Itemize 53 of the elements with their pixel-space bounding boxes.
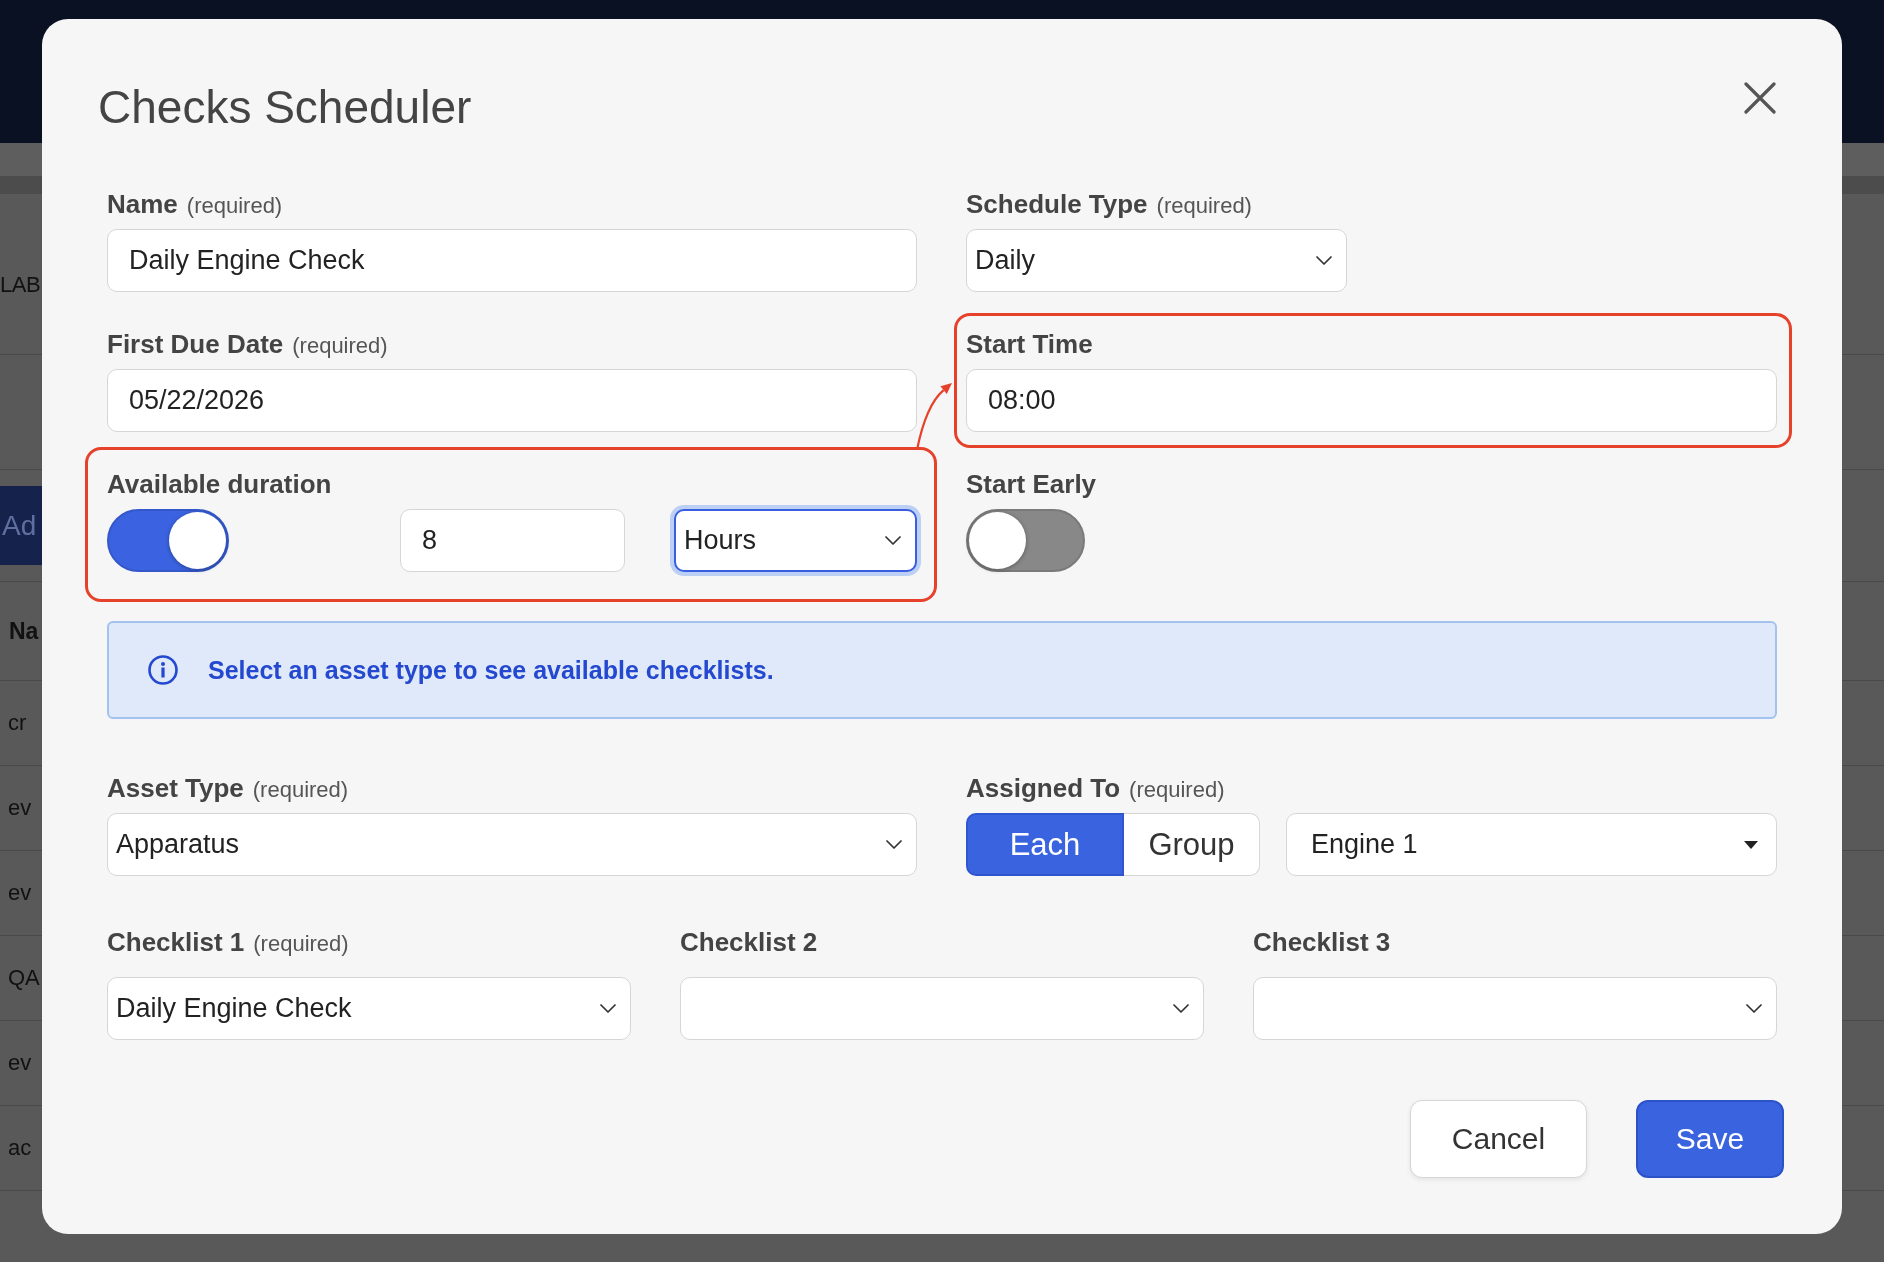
text-field[interactable]: Daily Engine Check xyxy=(107,229,917,292)
table-cell: cr xyxy=(8,710,27,736)
required-note: (required) xyxy=(1156,192,1252,220)
field-label: Start Time xyxy=(966,328,1093,360)
required-note: (required) xyxy=(292,332,388,360)
text-field[interactable]: 08:00 xyxy=(966,369,1777,432)
dropdown-field[interactable] xyxy=(1253,977,1777,1040)
notice-text: Select an asset type to see available checklists. xyxy=(208,655,774,685)
caret-down-icon xyxy=(1744,840,1758,849)
table-cell: ev xyxy=(8,1050,32,1076)
required-note: (required) xyxy=(252,776,349,804)
field-label: Start Early xyxy=(966,468,1097,500)
save-button[interactable]: Save xyxy=(1636,1100,1784,1178)
section-heading: LAB xyxy=(0,272,41,298)
column-header: Na xyxy=(9,617,39,645)
chevron-down-icon xyxy=(1173,1004,1189,1013)
table-cell: QA xyxy=(8,965,40,991)
segment-button[interactable]: Each xyxy=(966,813,1124,876)
field-label: Schedule Type xyxy=(966,188,1148,220)
number-field[interactable]: 8 xyxy=(400,509,625,572)
table-cell: ev xyxy=(8,880,32,906)
field-label: Checklist 1 xyxy=(107,926,245,958)
info-icon xyxy=(148,655,178,685)
chevron-down-icon xyxy=(600,1004,616,1013)
field-label: Asset Type xyxy=(107,772,244,804)
dropdown-field[interactable]: Engine 1 xyxy=(1286,813,1777,876)
text-field[interactable]: 05/22/2026 xyxy=(107,369,917,432)
required-note: (required) xyxy=(1129,776,1225,804)
table-cell: ev xyxy=(8,795,32,821)
required-note: (required) xyxy=(253,930,349,958)
close-icon[interactable] xyxy=(1744,82,1776,114)
cancel-button[interactable]: Cancel xyxy=(1410,1100,1587,1178)
chevron-down-icon xyxy=(1746,1004,1762,1013)
chevron-down-icon xyxy=(1316,256,1332,265)
field-label: Checklist 3 xyxy=(1253,926,1391,958)
table-cell: ac xyxy=(8,1135,32,1161)
required-note: (required) xyxy=(186,192,283,220)
field-label: Checklist 2 xyxy=(680,926,818,958)
dropdown-field[interactable] xyxy=(680,977,1204,1040)
dropdown-field[interactable]: Apparatus xyxy=(107,813,917,876)
chevron-down-icon xyxy=(885,536,901,545)
segment-button[interactable]: Group xyxy=(1124,813,1260,876)
field-label: First Due Date xyxy=(107,328,284,360)
chevron-down-icon xyxy=(886,840,902,849)
field-label: Assigned To xyxy=(966,772,1121,804)
toggle-switch[interactable] xyxy=(966,509,1085,572)
dropdown-field[interactable]: Daily xyxy=(966,229,1347,292)
toggle-switch[interactable] xyxy=(107,509,229,572)
field-label: Name xyxy=(107,188,178,220)
field-label: Available duration xyxy=(107,468,332,500)
dropdown-field[interactable]: Daily Engine Check xyxy=(107,977,631,1040)
annotation-arrow xyxy=(915,383,952,451)
dialog-title: Checks Scheduler xyxy=(98,80,472,135)
